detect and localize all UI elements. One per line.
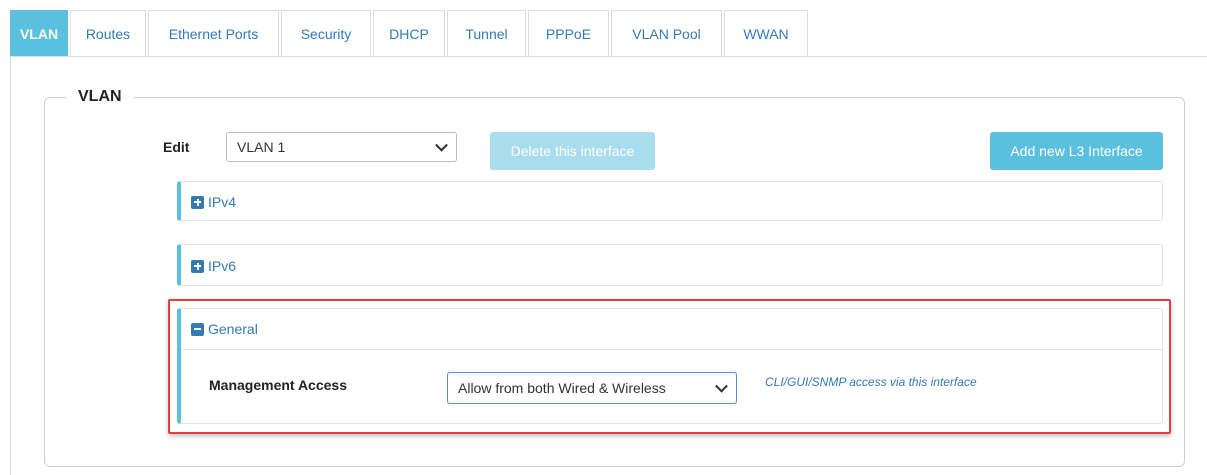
tab-routes[interactable]: Routes: [70, 10, 146, 56]
ipv4-panel: IPv4: [177, 181, 1163, 221]
edit-vlan-select-value: VLAN 1: [237, 139, 286, 155]
tab-bar: VLAN Routes Ethernet Ports Security DHCP…: [10, 10, 810, 56]
highlight-box: [168, 299, 1171, 434]
plus-square-icon: [191, 195, 204, 209]
tab-vlan[interactable]: VLAN: [10, 10, 68, 56]
ipv6-panel-title: IPv6: [208, 258, 237, 274]
tab-ethernet-ports[interactable]: Ethernet Ports: [148, 10, 279, 56]
edit-label: Edit: [163, 139, 190, 155]
ipv6-panel-header[interactable]: IPv6: [181, 245, 1162, 287]
chevron-down-icon: [435, 138, 448, 152]
delete-interface-button[interactable]: Delete this interface: [490, 132, 655, 170]
tab-dhcp[interactable]: DHCP: [373, 10, 445, 56]
ipv4-panel-header[interactable]: IPv4: [181, 182, 1162, 222]
plus-square-icon: [191, 259, 204, 273]
edit-vlan-select[interactable]: VLAN 1: [226, 132, 457, 162]
tab-wwan[interactable]: WWAN: [724, 10, 808, 56]
add-l3-interface-button[interactable]: Add new L3 Interface: [990, 132, 1163, 170]
tab-vlan-pool[interactable]: VLAN Pool: [611, 10, 722, 56]
ipv6-panel: IPv6: [177, 244, 1163, 286]
tab-pppoe[interactable]: PPPoE: [528, 10, 609, 56]
ipv4-panel-title: IPv4: [208, 194, 237, 210]
vlan-legend: VLAN: [66, 87, 134, 107]
tab-security[interactable]: Security: [281, 10, 371, 56]
tab-tunnel[interactable]: Tunnel: [447, 10, 526, 56]
